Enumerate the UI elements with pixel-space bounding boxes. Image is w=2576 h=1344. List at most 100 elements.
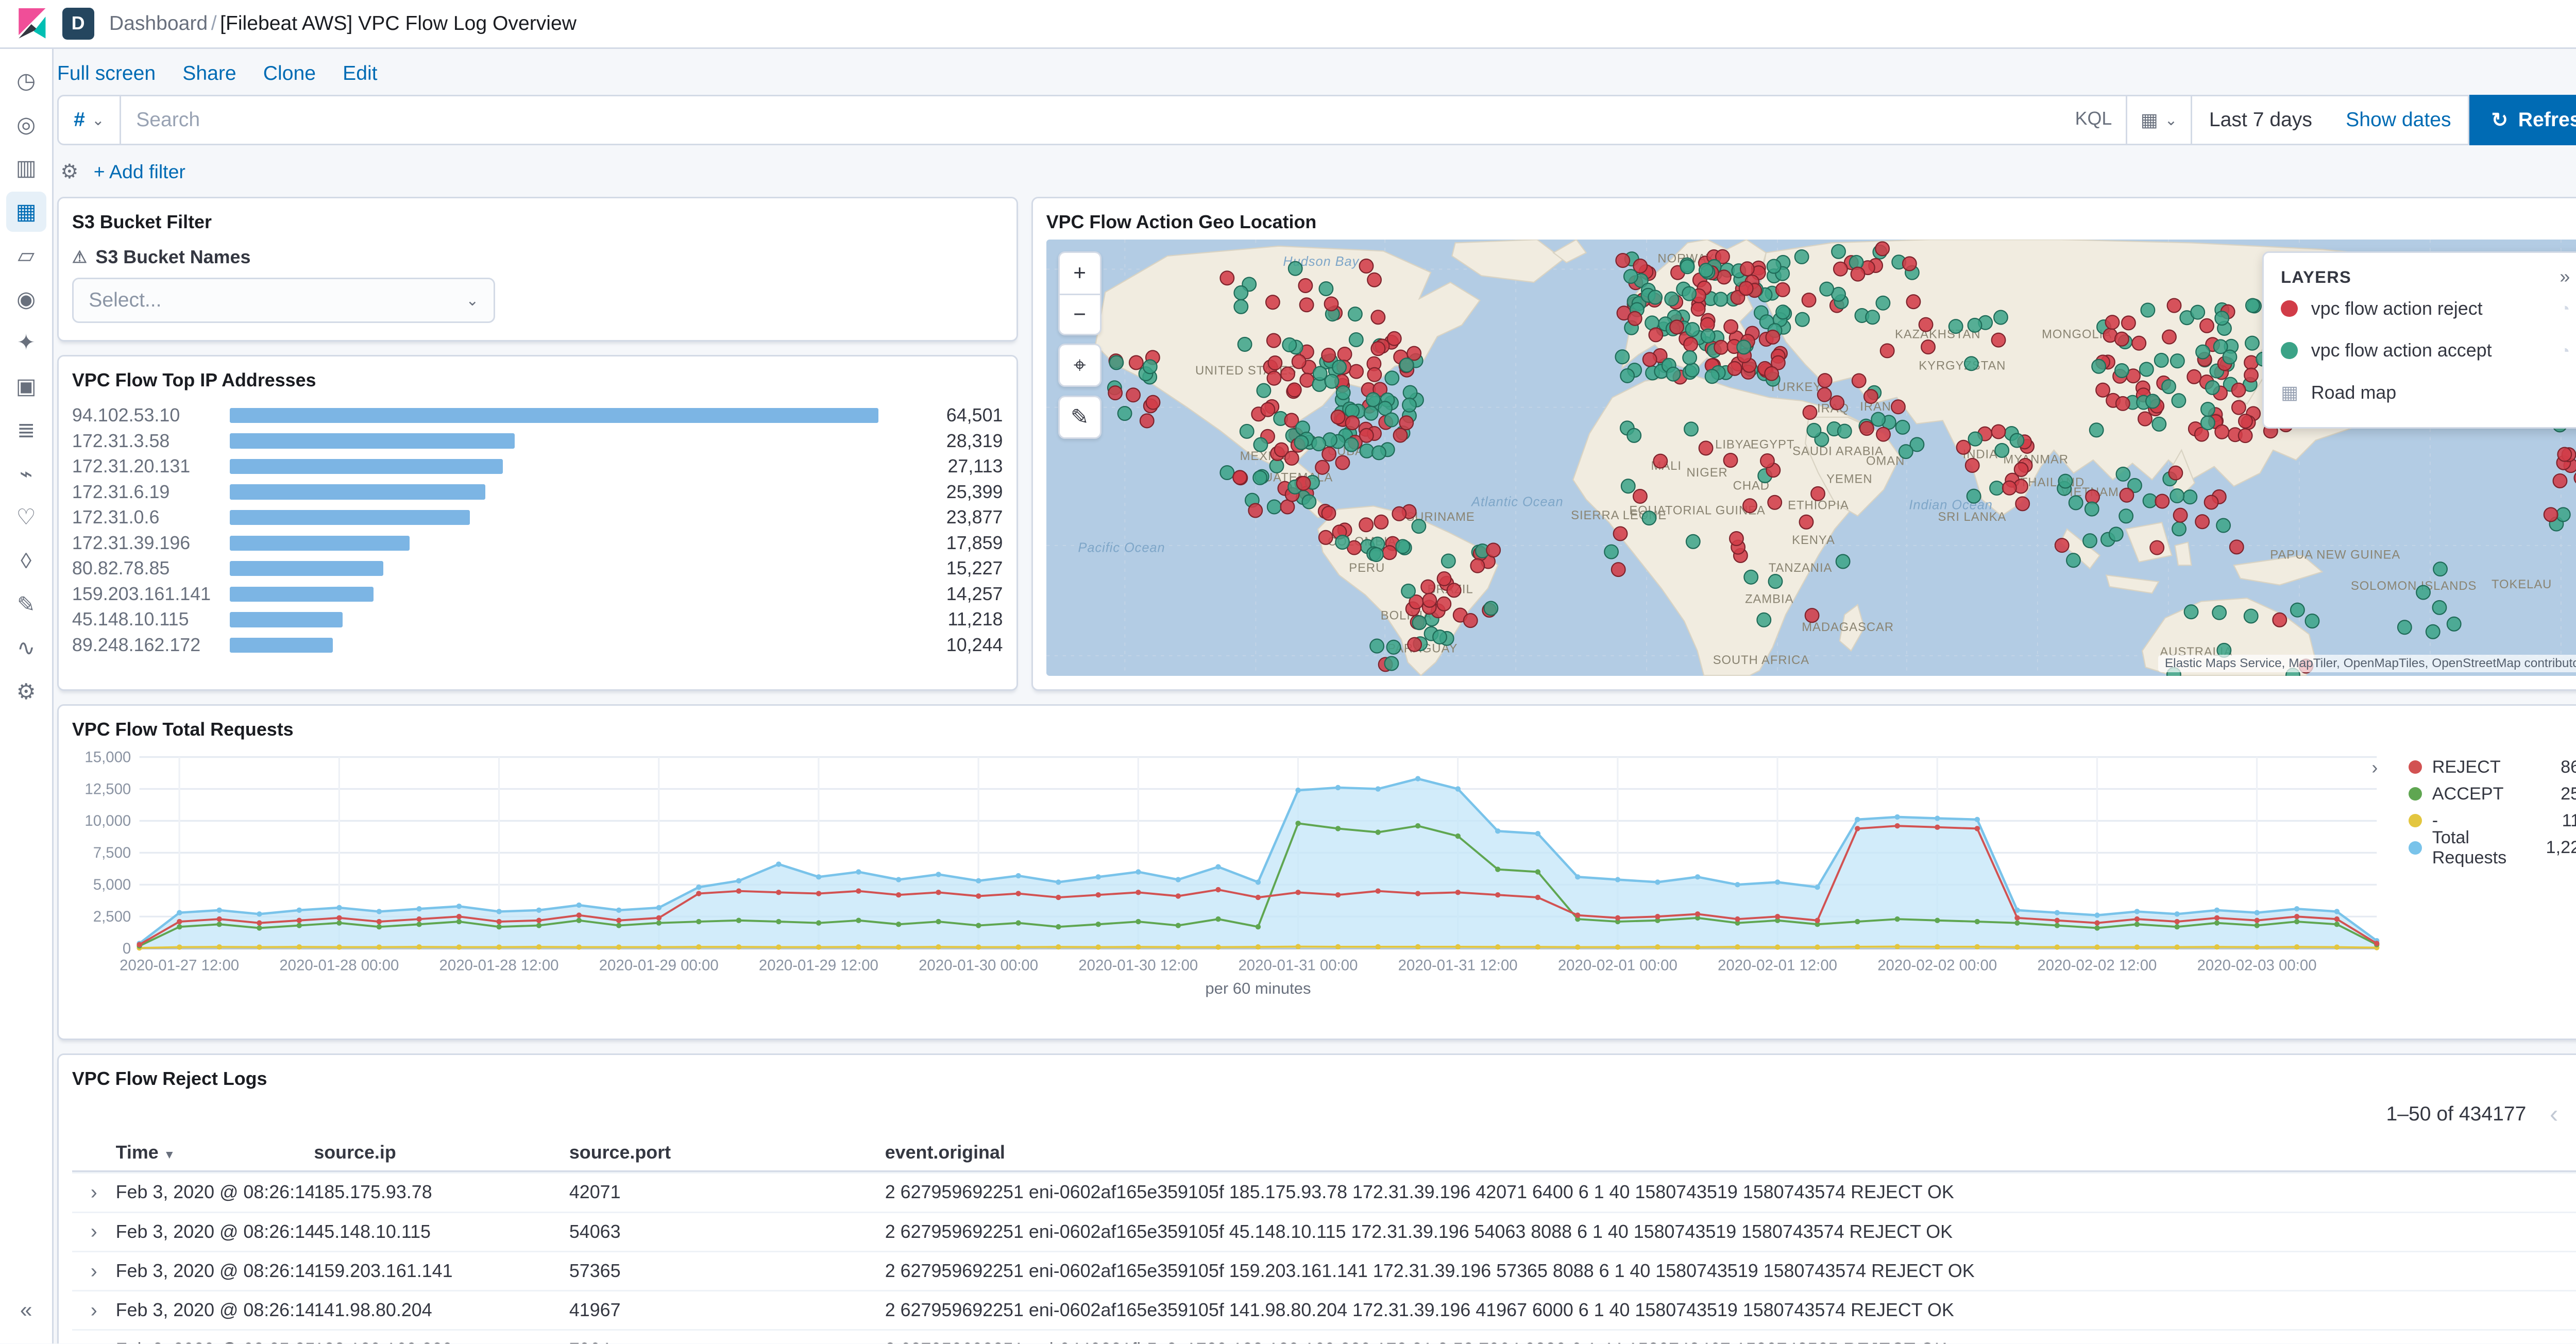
dashboard-menu: Full screen Share Clone Edit <box>57 49 2576 95</box>
ip-bar[interactable] <box>230 535 410 551</box>
machine-learning-nav-icon[interactable]: ✦ <box>6 322 46 363</box>
cell-event-original: 2 627959692251 eni-0602af165e359105f 185… <box>885 1182 1954 1203</box>
column-header-source-port[interactable]: source.port <box>569 1142 885 1163</box>
ip-bar[interactable] <box>230 458 503 474</box>
ip-bar[interactable] <box>230 433 515 449</box>
table-header: Time ▼ source.ip source.port event.original <box>72 1135 2576 1172</box>
search-input[interactable] <box>121 95 2127 145</box>
kibana-logo[interactable] <box>17 8 47 39</box>
svg-text:2020-02-02 12:00: 2020-02-02 12:00 <box>2037 957 2157 974</box>
discover-nav-icon[interactable]: ◎ <box>6 104 46 144</box>
ip-bar[interactable] <box>230 612 343 627</box>
logs-nav-icon[interactable]: ≣ <box>6 410 46 450</box>
kibana-dashboard-app: D Dashboard / [Filebeat AWS] VPC Flow Lo… <box>0 0 2576 1343</box>
column-header-time[interactable]: Time ▼ <box>116 1142 314 1163</box>
apm-nav-icon[interactable]: ⌁ <box>6 453 46 494</box>
cell-source-port: 7964 <box>569 1339 885 1343</box>
layers-collapse-icon[interactable]: » <box>2560 266 2570 287</box>
column-header-source-ip[interactable]: source.ip <box>314 1142 569 1163</box>
calendar-button[interactable]: ▦ ⌄ <box>2127 96 2193 144</box>
layer-item-vpc-flow-action-reject[interactable]: vpc flow action reject ◔ <box>2281 287 2570 330</box>
siem-nav-icon[interactable]: ◊ <box>6 540 46 581</box>
layer-item-vpc-flow-action-accept[interactable]: vpc flow action accept ◔ <box>2281 330 2570 372</box>
legend-item-accept[interactable]: ACCEPT253 <box>2392 780 2576 807</box>
svg-text:0: 0 <box>123 940 131 957</box>
legend-item-total-requests[interactable]: Total Requests1,226 <box>2392 828 2576 867</box>
panel-total-requests: VPC Flow Total Requests 0 2,500 5,000 7,500… <box>57 704 2576 1040</box>
layer-item-road-map[interactable]: ▦ Road map <box>2281 371 2570 414</box>
legend-toggle-icon[interactable]: › <box>2371 757 2378 778</box>
map-attribution: Elastic Maps Service, MapTiler, OpenMapT… <box>2158 654 2576 673</box>
cell-source-ip: 183.129.160.229 <box>314 1339 569 1343</box>
expand-row-icon[interactable]: › <box>72 1220 116 1243</box>
ip-bar-row: 172.31.6.19 25,399 <box>72 479 1003 505</box>
expand-row-icon[interactable]: › <box>72 1299 116 1322</box>
zoom-in-button[interactable]: + <box>1059 253 1100 294</box>
ip-label: 172.31.3.58 <box>72 430 170 451</box>
ip-label: 172.31.39.196 <box>72 532 191 553</box>
breadcrumb-dashboard[interactable]: Dashboard <box>109 12 208 35</box>
svg-text:OMAN: OMAN <box>1866 454 1905 468</box>
saved-query-button[interactable]: # ⌄ <box>57 95 121 145</box>
ip-label: 172.31.20.131 <box>72 456 191 477</box>
show-dates-link[interactable]: Show dates <box>2329 109 2468 131</box>
svg-text:2020-02-01 00:00: 2020-02-01 00:00 <box>1558 957 1677 974</box>
warning-icon: ⚠ <box>72 247 88 267</box>
panel-s3-bucket-filter: S3 Bucket Filter ⚠ S3 Bucket Names Selec… <box>57 197 1018 342</box>
svg-text:2,500: 2,500 <box>93 908 131 925</box>
menu-edit-link[interactable]: Edit <box>343 62 377 85</box>
ip-value: 10,244 <box>946 634 1003 655</box>
uptime-nav-icon[interactable]: ♡ <box>6 497 46 537</box>
expand-row-icon[interactable]: › <box>72 1181 116 1204</box>
stack-monitoring-nav-icon[interactable]: ∿ <box>6 628 46 668</box>
cell-source-port: 42071 <box>569 1182 621 1203</box>
svg-text:2020-01-28 12:00: 2020-01-28 12:00 <box>439 957 558 974</box>
expand-row-icon[interactable]: › <box>72 1260 116 1283</box>
svg-text:2020-01-29 12:00: 2020-01-29 12:00 <box>759 957 878 974</box>
menu-share-link[interactable]: Share <box>182 62 236 85</box>
kql-label[interactable]: KQL <box>2075 108 2112 129</box>
collapse-nav-icon[interactable]: « <box>6 1290 46 1330</box>
zoom-out-button[interactable]: − <box>1059 293 1100 334</box>
panel-title: S3 Bucket Filter <box>72 212 212 233</box>
menu-full-screen-link[interactable]: Full screen <box>57 62 156 85</box>
filter-options-gear-icon[interactable]: ⚙ <box>60 160 78 183</box>
previous-page-icon[interactable]: ‹ <box>2550 1100 2558 1129</box>
map-canvas[interactable]: NORWAYKAZAKHSTANMONGOLIAUNITED STATESMEX… <box>1046 240 2576 676</box>
fit-to-data-button[interactable]: ⌖ <box>1059 345 1100 386</box>
refresh-icon: ↻ <box>2491 109 2509 131</box>
ip-bar[interactable] <box>230 484 486 500</box>
management-nav-icon[interactable]: ⚙ <box>6 672 46 712</box>
expand-row-icon[interactable]: › <box>72 1338 116 1343</box>
metrics-nav-icon[interactable]: ▣ <box>6 366 46 406</box>
top-header: D Dashboard / [Filebeat AWS] VPC Flow Lo… <box>0 0 2576 49</box>
dashboard-nav-icon[interactable]: ▦ <box>6 191 46 232</box>
canvas-nav-icon[interactable]: ▱ <box>6 235 46 275</box>
panel-top-ip-addresses: VPC Flow Top IP Addresses 94.102.53.10 64… <box>57 354 1018 691</box>
ip-bar[interactable] <box>230 407 879 423</box>
column-header-event-original[interactable]: event.original <box>885 1142 2576 1163</box>
svg-text:2020-01-31 00:00: 2020-01-31 00:00 <box>1238 957 1358 974</box>
legend-item-reject[interactable]: REJECT863 <box>2392 754 2576 780</box>
cell-source-ip: 159.203.161.141 <box>314 1261 453 1282</box>
s3-bucket-select[interactable]: Select... ⌄ <box>72 278 496 324</box>
refresh-button[interactable]: ↻ Refresh <box>2469 95 2576 145</box>
visualize-nav-icon[interactable]: ▥ <box>6 148 46 188</box>
menu-clone-link[interactable]: Clone <box>263 62 316 85</box>
layer-clock-icon: ◔ <box>2560 341 2570 360</box>
draw-filter-button[interactable]: ✎ <box>1059 397 1100 437</box>
ip-bar[interactable] <box>230 509 470 525</box>
time-range-label[interactable]: Last 7 days <box>2192 109 2329 131</box>
ip-bar[interactable] <box>230 561 383 576</box>
legend-swatch <box>2409 841 2422 855</box>
add-filter-link[interactable]: + Add filter <box>94 161 185 183</box>
cell-source-port: 41967 <box>569 1300 621 1321</box>
ip-bar[interactable] <box>230 586 374 602</box>
ip-bar[interactable] <box>230 637 333 653</box>
recently-viewed-nav-icon[interactable]: ◷ <box>6 60 46 100</box>
svg-text:KENYA: KENYA <box>1792 533 1835 547</box>
query-bar: # ⌄ KQL ▦ ⌄ Last 7 days Show dates ↻ <box>57 95 2576 145</box>
svg-text:MADAGASCAR: MADAGASCAR <box>1802 620 1894 634</box>
maps-nav-icon[interactable]: ◉ <box>6 279 46 319</box>
dev-tools-nav-icon[interactable]: ✎ <box>6 584 46 624</box>
